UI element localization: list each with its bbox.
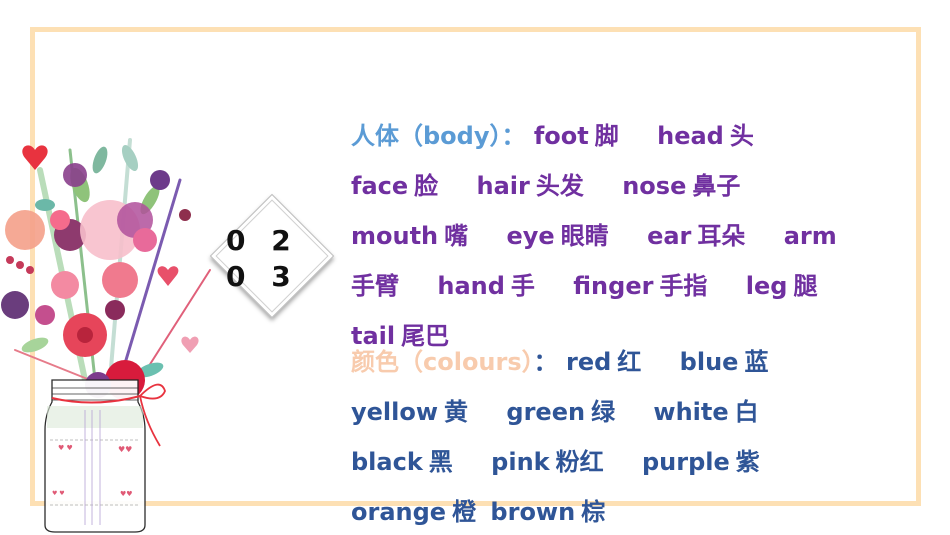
body-line-3: mouth 嘴 eye 眼睛 ear 耳朵 arm: [351, 216, 837, 251]
section-number-line-2: 0 3: [226, 260, 299, 293]
vocab-item: green 绿: [506, 398, 616, 426]
svg-text:♥♥: ♥♥: [120, 490, 133, 498]
vocab-item: yellow 黄: [351, 398, 469, 426]
colours-line-1: 颜色（colours）： red 红 blue 蓝: [351, 342, 768, 377]
vocab-item-zh: 手臂: [351, 272, 399, 300]
vocab-item: blue 蓝: [679, 348, 769, 376]
vocab-item: leg 腿: [745, 272, 818, 300]
section-number-badge: 0 2 0 3: [208, 190, 335, 320]
flower-bouquet-illustration: ♥ ♥ ♥♥ ♥ ♥ ♥♥: [1, 138, 211, 533]
body-line-2: face 脸 hair 头发 nose 鼻子: [351, 166, 740, 201]
body-heading: 人体（body）: [351, 122, 502, 150]
svg-text:♥ ♥: ♥ ♥: [58, 444, 73, 452]
vocab-item: black 黑: [351, 448, 453, 476]
vocab-item: purple 紫: [641, 448, 760, 476]
section-number: 0 2 0 3: [226, 223, 310, 295]
body-separator: ：: [501, 122, 526, 150]
colours-line-4: orange 橙 brown 棕: [351, 492, 605, 527]
vocab-item-en: arm: [783, 222, 837, 250]
colours-line-3: black 黑 pink 粉红 purple 紫: [351, 442, 760, 477]
vocab-item: ear 耳朵: [647, 222, 746, 250]
leaves: [14, 138, 211, 383]
vocab-item: pink 粉红: [491, 448, 604, 476]
vocab-item: face 脸: [351, 172, 439, 200]
flowers: [1, 145, 199, 400]
vocab-item: brown 棕: [490, 498, 606, 526]
section-number-line-1: 0 2: [226, 224, 299, 257]
svg-text:♥ ♥: ♥ ♥: [52, 490, 65, 497]
body-line-1: 人体（body）： foot 脚 head 头: [351, 116, 754, 151]
vocab-item: nose 鼻子: [622, 172, 741, 200]
vocab-item: eye 眼睛: [506, 222, 609, 250]
colours-separator: ：: [533, 348, 558, 376]
mason-jar: ♥ ♥ ♥♥ ♥ ♥ ♥♥: [44, 379, 166, 533]
body-line-4: 手臂 hand 手 finger 手指 leg 腿: [351, 266, 817, 301]
vocab-item: hair 头发: [476, 172, 584, 200]
vocab-item: white 白: [653, 398, 759, 426]
vocab-item: foot 脚: [533, 122, 619, 150]
vocab-item: mouth 嘴: [351, 222, 469, 250]
vocab-item: hand 手: [437, 272, 535, 300]
vocab-item: finger 手指: [573, 272, 708, 300]
colours-line-2: yellow 黄 green 绿 white 白: [351, 392, 759, 427]
colours-heading: 颜色（colours）: [351, 348, 534, 376]
svg-text:♥♥: ♥♥: [118, 445, 132, 454]
vocab-item: orange 橙: [351, 498, 477, 526]
vocab-item: head 头: [657, 122, 754, 150]
vocab-item: red 红: [566, 348, 642, 376]
